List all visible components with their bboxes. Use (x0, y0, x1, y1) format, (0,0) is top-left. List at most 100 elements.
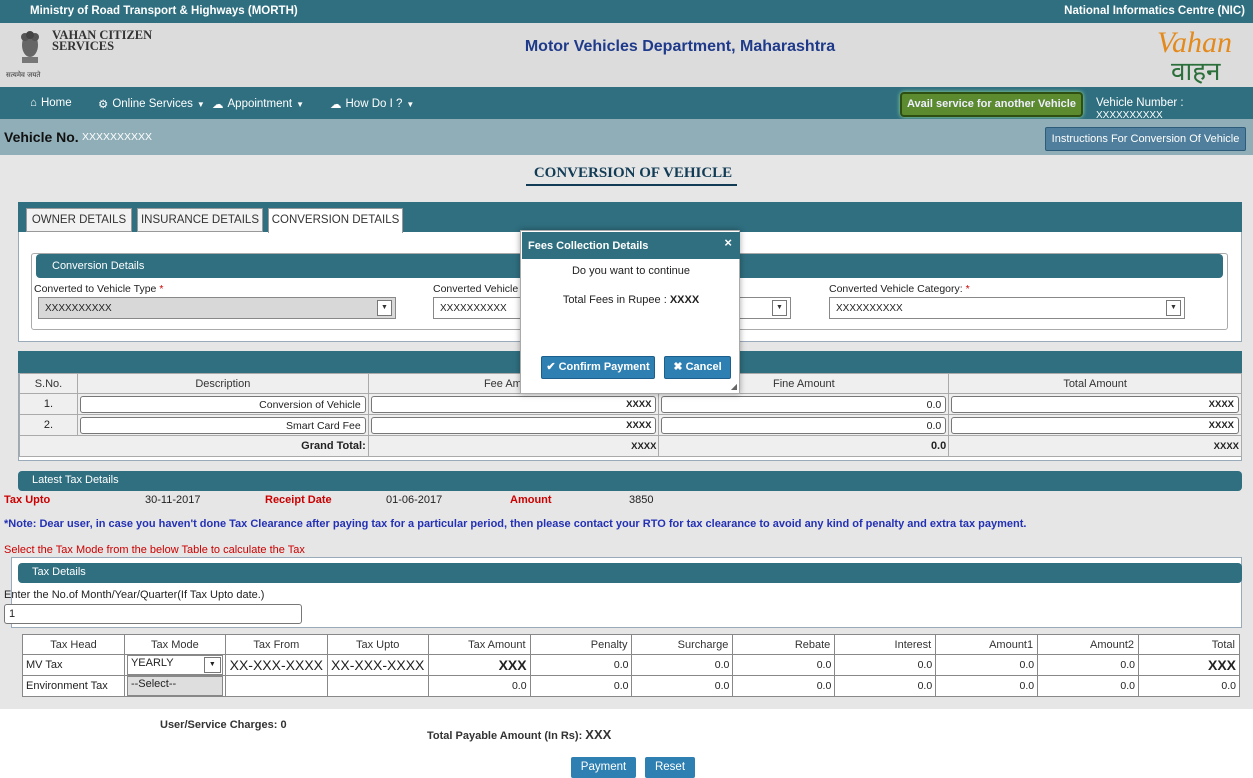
total-payable-label: Total Payable Amount (In Rs): (427, 730, 586, 742)
instructions-button[interactable]: Instructions For Conversion Of Vehicle (1045, 127, 1246, 151)
header: सत्यमेव जयते VAHAN CITIZEN SERVICES Moto… (0, 23, 1253, 87)
required-icon: * (159, 283, 164, 295)
fee-sno: 1. (19, 393, 78, 415)
nav-home[interactable]: ⌂ Home (30, 97, 72, 109)
avail-another-vehicle-button[interactable]: Avail service for another Vehicle (900, 92, 1083, 117)
nav-home-label: Home (40, 97, 72, 109)
tab-conversion-details[interactable]: CONVERSION DETAILS (268, 208, 403, 233)
tax-interest: 0.0 (834, 675, 937, 697)
payment-button[interactable]: Payment (571, 757, 636, 778)
logo-text-top: Vahan (1157, 26, 1232, 59)
table-row: 2. Smart Card Fee XXXX 0.0 XXXX (19, 414, 1242, 436)
fee-description: Conversion of Vehicle (79, 395, 366, 413)
tax-col-amount2: Amount2 (1037, 634, 1140, 655)
fee-amount: XXXX (370, 416, 657, 434)
tax-amount1: 0.0 (935, 654, 1039, 676)
chevron-down-icon: ▼ (203, 657, 221, 673)
converted-category-value: XXXXXXXXXX (836, 303, 903, 314)
tax-col-amount: Tax Amount (427, 634, 531, 655)
fine-amount: 0.0 (661, 416, 947, 434)
vehicle-no-label: Vehicle No. (4, 129, 79, 145)
tax-from: XX-XXX-XXXX (224, 654, 328, 676)
converted-category-label-text: Converted Vehicle Category: (829, 283, 963, 295)
tax-col-amount1: Amount1 (935, 634, 1039, 655)
check-icon: ✔ (546, 361, 556, 373)
tax-mode-select[interactable]: --Select-- (126, 676, 223, 696)
tax-surcharge: 0.0 (631, 654, 734, 676)
nav-how-do-i[interactable]: ☁ How Do I ? ▼ (330, 97, 414, 111)
vahan-logo-icon: Vahan वाहन (1157, 26, 1232, 84)
grand-total-label: Grand Total: (19, 435, 369, 457)
tax-details-heading: Tax Details (18, 563, 1242, 583)
tax-from (224, 675, 328, 697)
converted-category-select[interactable]: XXXXXXXXXX ▼ (829, 297, 1185, 319)
vehicle-no-value: XXXXXXXXXX (82, 131, 153, 143)
nav-online-services[interactable]: ⚙ Online Services ▼ (98, 97, 205, 111)
tax-mode-value: --Select-- (130, 678, 177, 690)
months-label: Enter the No.of Month/Year/Quarter(If Ta… (4, 589, 265, 601)
tab-insurance-details[interactable]: INSURANCE DETAILS (137, 208, 263, 232)
tax-col-rebate: Rebate (732, 634, 836, 655)
tax-rebate: 0.0 (732, 675, 836, 697)
reset-button[interactable]: Reset (645, 757, 695, 778)
nav-how-do-i-label: How Do I ? (345, 98, 403, 110)
nav-appointment-label: Appointment (227, 98, 293, 110)
user-service-charges: User/Service Charges: 0 (160, 719, 287, 731)
tax-amount2: 0.0 (1037, 654, 1140, 676)
tab-owner-details[interactable]: OWNER DETAILS (26, 208, 132, 232)
gear-icon: ⚙ (98, 99, 109, 111)
title-underline (526, 184, 737, 186)
tax-col-surcharge: Surcharge (631, 634, 734, 655)
grand-total-fee: XXXX (367, 435, 660, 457)
tax-penalty: 0.0 (529, 675, 633, 697)
tax-col-head: Tax Head (22, 634, 125, 655)
tax-col-from: Tax From (224, 634, 328, 655)
tax-total: 0.0 (1138, 675, 1240, 697)
dialog-message: Do you want to continue (571, 265, 691, 277)
receipt-date-value: 01-06-2017 (386, 494, 443, 506)
fees-col-sno: S.No. (19, 373, 78, 394)
table-row: MV Tax YEARLY ▼ XX-XXX-XXXX XX-XXX-XXXX X… (22, 654, 1240, 676)
top-bar: Ministry of Road Transport & Highways (M… (0, 0, 1253, 23)
logo-text-bottom: वाहन (1171, 57, 1221, 84)
tax-mode-select[interactable]: YEARLY ▼ (126, 655, 223, 675)
tax-surcharge: 0.0 (631, 675, 734, 697)
chevron-down-icon: ▼ (196, 99, 205, 109)
converted-type-select[interactable]: XXXXXXXXXX ▼ (38, 297, 396, 319)
tax-col-interest: Interest (834, 634, 937, 655)
department-title: Motor Vehicles Department, Maharashtra (524, 38, 836, 55)
page-title: CONVERSION OF VEHICLE (533, 165, 733, 181)
tax-mode-value: YEARLY (130, 657, 174, 669)
chevron-down-icon: ▼ (377, 300, 392, 316)
fees-collection-dialog: Fees Collection Details × Do you want to… (520, 230, 740, 394)
latest-tax-heading: Latest Tax Details (18, 471, 1242, 491)
confirm-payment-button[interactable]: ✔ Confirm Payment (541, 356, 655, 379)
cancel-button[interactable]: ✖ Cancel (664, 356, 731, 379)
tax-col-mode: Tax Mode (123, 634, 226, 655)
fee-sno: 2. (19, 414, 78, 436)
receipt-date-label: Receipt Date (265, 494, 332, 506)
nav-vehicle-number: Vehicle Number : XXXXXXXXXX (1096, 97, 1253, 121)
tax-amount: XXX (427, 654, 531, 676)
tax-table: Tax Head Tax Mode Tax From Tax Upto Tax … (22, 634, 1240, 697)
resize-handle-icon[interactable]: ◢ (731, 382, 737, 391)
cancel-label: Cancel (685, 361, 722, 373)
grand-total-fine: 0.0 (658, 435, 950, 457)
amount-value: 3850 (629, 494, 654, 506)
fee-description: Smart Card Fee (79, 416, 366, 434)
fine-amount: 0.0 (661, 395, 947, 413)
dialog-fees-value: XXXX (669, 294, 700, 306)
close-icon[interactable]: × (724, 235, 732, 250)
nav-appointment[interactable]: ☁ Appointment ▼ (212, 97, 304, 111)
tax-penalty: 0.0 (529, 654, 633, 676)
table-row: Environment Tax --Select-- 0.0 0.0 0.0 0… (22, 675, 1240, 697)
total-amount: XXXX (951, 395, 1239, 413)
months-input[interactable]: 1 (4, 604, 302, 624)
tax-col-total: Total (1138, 634, 1240, 655)
grand-total-row: Grand Total: XXXX 0.0 XXXX (19, 435, 1242, 457)
tax-upto: XX-XXX-XXXX (326, 654, 429, 676)
amount-label: Amount (510, 494, 552, 506)
tax-upto-label: Tax Upto (4, 494, 51, 506)
cloud-icon: ☁ (212, 99, 224, 111)
tax-amount: 0.0 (427, 675, 531, 697)
